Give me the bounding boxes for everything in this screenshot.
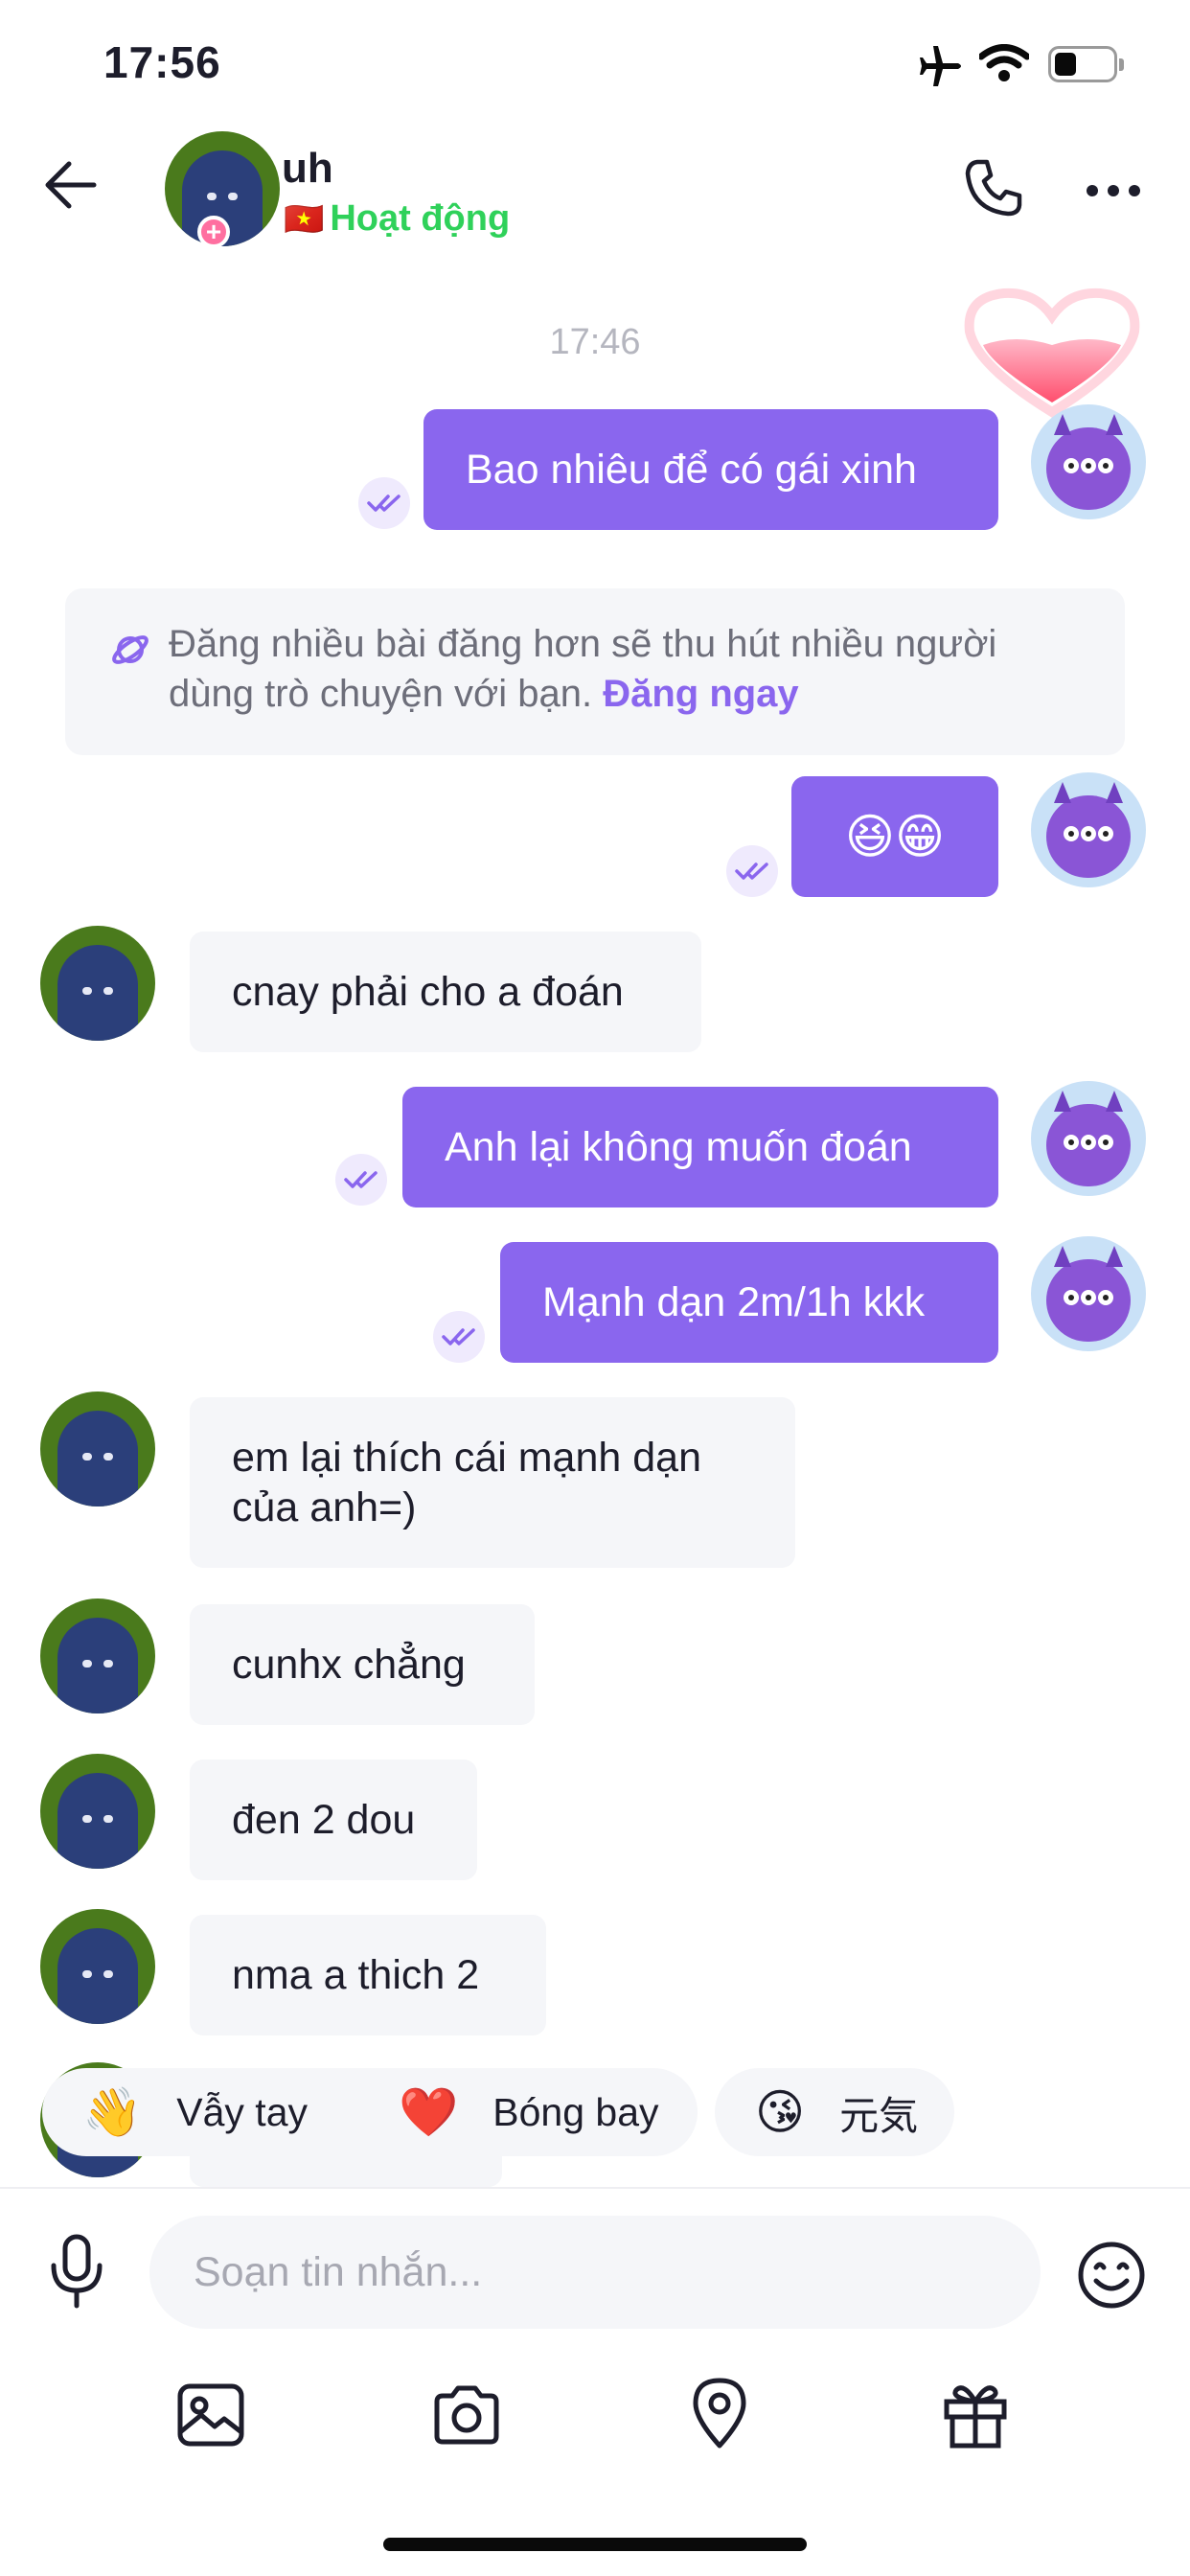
peer-avatar[interactable]: [40, 1754, 155, 1869]
online-status: Hoạt động: [330, 198, 511, 239]
location-pin-icon[interactable]: [690, 2377, 749, 2450]
message-text: 😆😁: [844, 810, 946, 863]
gift-icon[interactable]: [941, 2379, 1010, 2450]
composer-bar: Soạn tin nhắn...: [0, 2187, 1190, 2576]
wifi-icon: [979, 44, 1029, 81]
peer-avatar[interactable]: [40, 1909, 155, 2024]
chat-timestamp: 17:46: [549, 322, 641, 362]
message-text: nma a thich 2: [232, 1951, 480, 1998]
message-bubble-out[interactable]: Bao nhiêu để có gái xinh: [423, 409, 998, 530]
camera-icon[interactable]: [431, 2384, 502, 2446]
message-bubble-in[interactable]: cunhx chẳng: [190, 1604, 535, 1725]
home-indicator: [383, 2538, 807, 2551]
planet-icon: [112, 635, 149, 664]
message-text: Bao nhiêu để có gái xinh: [466, 446, 917, 493]
read-receipt-icon: [335, 1154, 387, 1206]
reaction-label: Bóng bay: [492, 2089, 659, 2134]
message-bubble-in[interactable]: em lại thích cái mạnh dạn của anh=): [190, 1397, 795, 1568]
message-text: cnay phải cho a đoán: [232, 968, 624, 1015]
message-bubble-in[interactable]: cnay phải cho a đoán: [190, 932, 701, 1052]
reaction-chip-genki[interactable]: 😘 元気: [715, 2068, 954, 2156]
read-receipt-icon: [433, 1311, 485, 1363]
my-avatar[interactable]: [1031, 772, 1146, 887]
message-input[interactable]: Soạn tin nhắn...: [149, 2216, 1041, 2329]
my-avatar[interactable]: [1031, 404, 1146, 519]
read-receipt-icon: [358, 477, 410, 529]
microphone-icon[interactable]: [48, 2233, 105, 2310]
message-bubble-in[interactable]: đen 2 dou: [190, 1760, 477, 1880]
reaction-label: Vẫy tay: [176, 2089, 308, 2134]
message-text: cunhx chẳng: [232, 1641, 466, 1688]
reaction-label: 元気: [839, 2094, 919, 2138]
add-friend-badge[interactable]: +: [197, 216, 230, 248]
message-text: em lại thích cái mạnh dạn: [232, 1435, 701, 1481]
message-text: của anh=): [232, 1484, 417, 1530]
battery-icon: [1048, 46, 1124, 82]
more-options-icon[interactable]: [1087, 185, 1140, 196]
peer-avatar[interactable]: [40, 1598, 155, 1714]
message-bubble-out[interactable]: Anh lại không muốn đoán: [402, 1087, 998, 1208]
message-text: Mạnh dạn 2m/1h kkk: [542, 1278, 926, 1325]
chat-header: + uh 🇻🇳 Hoạt động: [0, 129, 1190, 288]
message-text: Anh lại không muốn đoán: [445, 1123, 912, 1170]
message-bubble-in[interactable]: nma a thich 2: [190, 1915, 546, 2036]
peer-avatar[interactable]: [40, 1392, 155, 1506]
message-bubble-out[interactable]: 😆😁: [791, 776, 998, 897]
gallery-icon[interactable]: [176, 2382, 245, 2448]
message-text: đen 2 dou: [232, 1796, 416, 1843]
message-input-placeholder: Soạn tin nhắn...: [194, 2248, 483, 2295]
wave-icon: 👋: [82, 2084, 143, 2139]
promo-notice: Đăng nhiều bài đăng hơn sẽ thu hút nhiều…: [65, 588, 1125, 755]
reaction-chip-wave[interactable]: 👋 Vẫy tay: [42, 2068, 356, 2156]
post-now-link[interactable]: Đăng ngay: [603, 673, 798, 715]
peer-name: uh: [282, 145, 333, 192]
heart-icon: ❤️: [399, 2084, 459, 2139]
peer-avatar[interactable]: [40, 926, 155, 1041]
emoji-picker-icon[interactable]: [1077, 2241, 1146, 2310]
my-avatar[interactable]: [1031, 1081, 1146, 1196]
notice-message: Đăng nhiều bài đăng hơn sẽ thu hút nhiều…: [169, 623, 997, 715]
peer-status: 🇻🇳 Hoạt động: [284, 198, 510, 240]
my-avatar[interactable]: [1031, 1236, 1146, 1351]
reaction-chip-balloon[interactable]: ❤️ Bóng bay: [358, 2068, 698, 2156]
notice-text: Đăng nhiều bài đăng hơn sẽ thu hút nhiều…: [169, 619, 1088, 719]
airplane-icon: [920, 46, 961, 86]
message-bubble-out[interactable]: Mạnh dạn 2m/1h kkk: [500, 1242, 998, 1363]
read-receipt-icon: [726, 845, 778, 897]
status-bar: 17:56: [0, 0, 1190, 129]
flag-icon: 🇻🇳: [284, 200, 325, 238]
status-time: 17:56: [103, 37, 221, 87]
wink-kiss-icon: 😘: [755, 2085, 806, 2139]
phone-call-icon[interactable]: [964, 158, 1023, 218]
back-arrow-icon[interactable]: [44, 158, 98, 212]
